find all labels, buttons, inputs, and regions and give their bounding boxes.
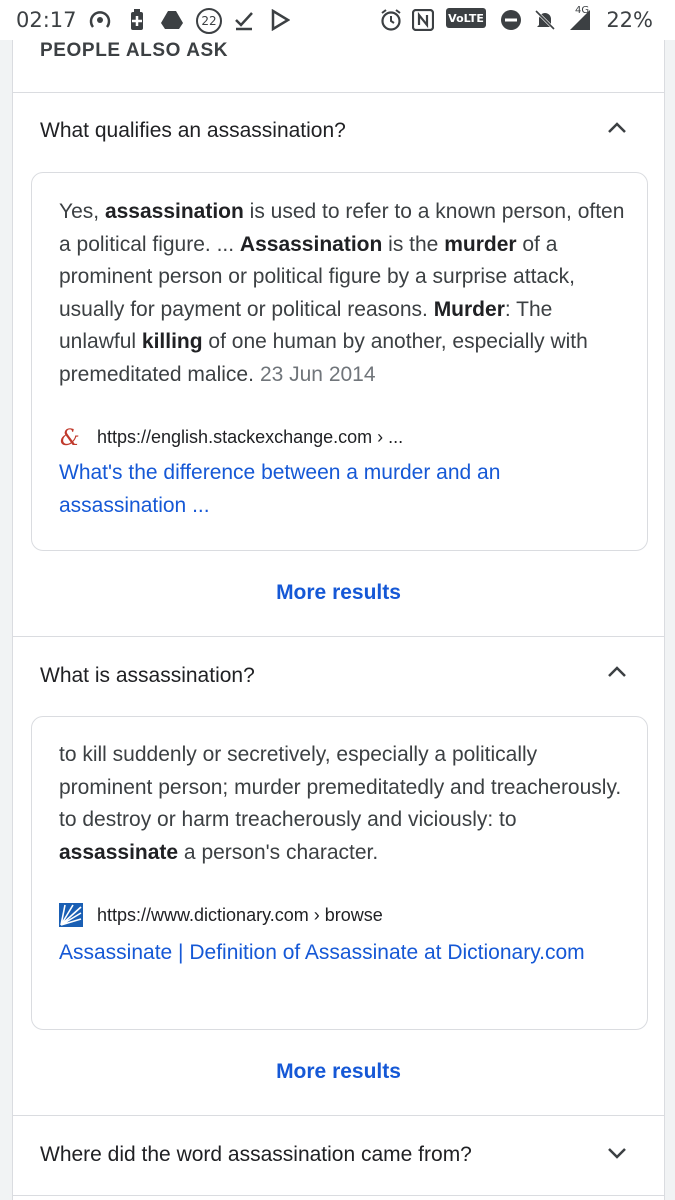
people-also-ask-card: PEOPLE ALSO ASK What qualifies an assass… <box>12 40 665 1200</box>
divider <box>13 636 664 637</box>
question-3[interactable]: Where did the word assassination came fr… <box>40 1143 472 1167</box>
drive-icon <box>160 8 184 32</box>
chevron-up-icon[interactable] <box>605 116 629 140</box>
notifications-off-icon <box>533 8 557 32</box>
more-results-button[interactable]: More results <box>13 581 664 605</box>
source-url: https://www.dictionary.com › browse <box>97 904 383 925</box>
answer-box-1: Yes, assassination is used to refer to a… <box>31 172 648 551</box>
answer-box-2: to kill suddenly or secretively, especia… <box>31 716 648 1030</box>
signal-icon <box>568 8 592 32</box>
notification-count-badge: 22 <box>196 8 222 34</box>
answer-link-2[interactable]: Assassinate | Definition of Assassinate … <box>59 937 619 970</box>
answer-text-1: Yes, assassination is used to refer to a… <box>59 200 625 386</box>
answer-link-1[interactable]: What's the difference between a murder a… <box>59 457 619 522</box>
battery-percent: 22% <box>606 8 653 32</box>
chevron-down-icon[interactable] <box>605 1141 629 1165</box>
source-row-2[interactable]: https://www.dictionary.com › browse <box>59 903 383 927</box>
battery-saver-icon <box>125 8 149 32</box>
volte-icon: VoLTE <box>446 8 486 28</box>
dictionary-favicon-icon <box>59 903 83 927</box>
answer-date: 23 Jun 2014 <box>259 362 376 386</box>
alarm-icon <box>379 8 403 32</box>
status-time: 02:17 <box>16 8 77 32</box>
source-row-1[interactable]: & https://english.stackexchange.com › ..… <box>59 425 403 449</box>
play-store-icon <box>268 8 292 32</box>
hotspot-icon <box>88 8 112 32</box>
svg-text:&: & <box>60 426 80 449</box>
question-2[interactable]: What is assassination? <box>40 664 255 688</box>
source-url: https://english.stackexchange.com › ... <box>97 426 404 447</box>
do-not-disturb-icon <box>499 8 523 32</box>
section-title: PEOPLE ALSO ASK <box>40 40 229 61</box>
more-results-button[interactable]: More results <box>13 1060 664 1084</box>
status-bar: 02:17 22 VoLTE 4G 22% <box>0 0 675 40</box>
divider <box>13 1195 664 1196</box>
answer-text-2: to kill suddenly or secretively, especia… <box>59 743 622 864</box>
question-1[interactable]: What qualifies an assassination? <box>40 119 346 143</box>
divider <box>13 1115 664 1116</box>
check-icon <box>232 8 256 32</box>
chevron-up-icon[interactable] <box>605 660 629 684</box>
nfc-icon <box>411 8 435 32</box>
divider <box>13 92 664 93</box>
stackexchange-favicon-icon: & <box>60 426 80 449</box>
